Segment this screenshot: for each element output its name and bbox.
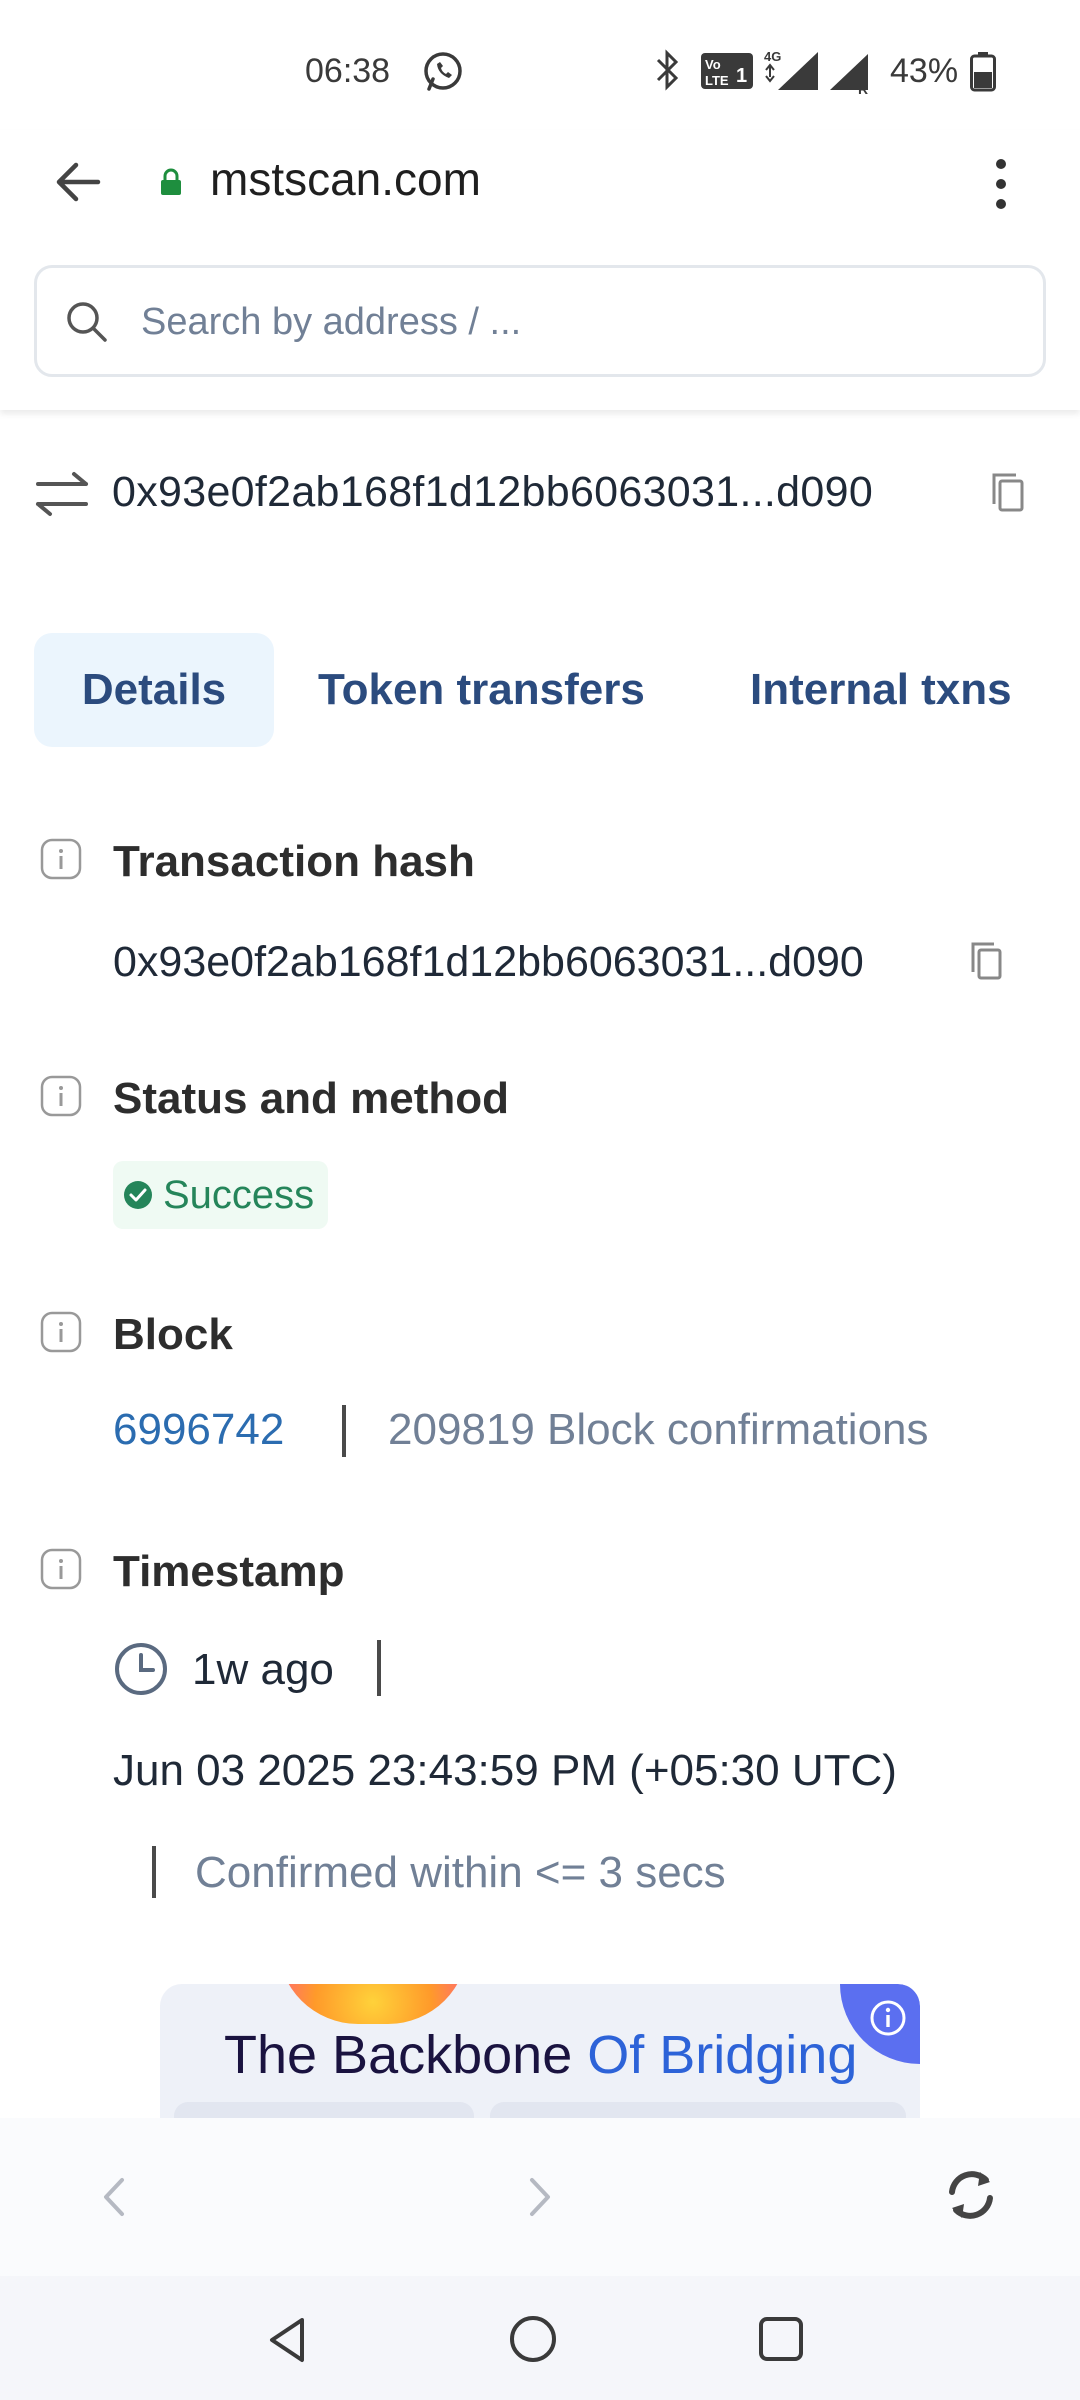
nav-home-icon[interactable]: [506, 2312, 560, 2366]
svg-text:4G: 4G: [764, 49, 781, 64]
transaction-header: 0x93e0f2ab168f1d12bb6063031...d090: [34, 462, 1054, 526]
info-icon[interactable]: [40, 838, 82, 880]
whatsapp-icon: [424, 52, 462, 91]
status-time: 06:38: [305, 52, 391, 90]
transaction-hash-title: 0x93e0f2ab168f1d12bb6063031...d090: [112, 468, 874, 516]
ad-card: [490, 2102, 906, 2118]
system-navigation-bar: [0, 2276, 1080, 2400]
timestamp-relative: 1w ago: [192, 1645, 334, 1694]
search-icon: [67, 302, 107, 342]
svg-text:LTE: LTE: [705, 73, 729, 88]
status-badge: Success: [113, 1161, 329, 1229]
divider: [152, 1846, 156, 1898]
url-bar[interactable]: mstscan.com: [210, 152, 481, 206]
timestamp-label: Timestamp: [113, 1547, 345, 1596]
ad-title: The Backbone Of Bridging: [224, 2024, 857, 2086]
battery-percentage: 43%: [890, 52, 959, 90]
nav-recents-icon[interactable]: [756, 2314, 806, 2364]
chevron-left-icon[interactable]: [96, 2172, 132, 2222]
transaction-hash-label: Transaction hash: [113, 837, 475, 886]
volte-icon: Vo LTE 1: [701, 53, 753, 89]
tab-details[interactable]: Details: [34, 633, 274, 747]
tab-internal-txns[interactable]: Internal txns: [750, 633, 1012, 747]
divider: [342, 1405, 346, 1457]
ad-title-accent: Of Bridging: [587, 2025, 858, 2085]
battery-icon: [970, 52, 996, 92]
signal-4g-icon: 4G: [764, 49, 818, 90]
info-icon: [870, 2000, 906, 2036]
ad-card: [174, 2102, 474, 2118]
svg-text:R: R: [858, 81, 868, 94]
chevron-right-icon[interactable]: [522, 2172, 558, 2222]
back-arrow-icon[interactable]: [48, 152, 108, 212]
block-label: Block: [113, 1310, 233, 1359]
more-vert-icon[interactable]: [975, 152, 1027, 216]
browser-toolbar: mstscan.com: [0, 130, 1080, 410]
search-input[interactable]: [141, 292, 1021, 352]
signal-roaming-icon: R: [830, 54, 868, 94]
browser-bottom-bar: [0, 2118, 1080, 2276]
status-method-label: Status and method: [113, 1074, 510, 1123]
block-number-link[interactable]: 6996742: [113, 1405, 284, 1455]
info-icon[interactable]: [40, 1311, 82, 1353]
refresh-icon[interactable]: [942, 2166, 1000, 2224]
svg-text:Vo: Vo: [705, 57, 721, 72]
block-confirmations: 209819 Block confirmations: [388, 1405, 929, 1454]
tab-token-transfers[interactable]: Token transfers: [318, 633, 645, 747]
bluetooth-icon: [656, 49, 679, 91]
ad-title-part1: The Backbone: [224, 2025, 588, 2085]
transfer-arrows-icon: [36, 472, 88, 516]
nav-back-icon[interactable]: [262, 2314, 314, 2366]
tab-bar: Details Token transfers Internal txns: [34, 633, 1064, 747]
confirmed-within: Confirmed within <= 3 secs: [195, 1848, 726, 1897]
lock-icon: [161, 168, 181, 195]
copy-icon[interactable]: [988, 470, 1028, 516]
info-icon[interactable]: [40, 1548, 82, 1590]
check-circle-icon: [124, 1181, 152, 1209]
svg-text:1: 1: [736, 65, 747, 87]
copy-icon[interactable]: [968, 940, 1006, 984]
ad-graphic: [278, 1984, 468, 2024]
timestamp-full: Jun 03 2025 23:43:59 PM (+05:30 UTC): [113, 1746, 897, 1795]
divider: [377, 1640, 381, 1696]
status-text: Success: [163, 1172, 315, 1217]
ad-banner[interactable]: The Backbone Of Bridging: [160, 1984, 920, 2118]
info-icon[interactable]: [40, 1075, 82, 1117]
search-box[interactable]: [34, 265, 1046, 377]
clock-icon: [115, 1643, 167, 1695]
transaction-hash-value: 0x93e0f2ab168f1d12bb6063031...d090: [113, 938, 864, 986]
status-bar: 06:38 Vo LTE 1 4G R 43%: [0, 0, 1080, 130]
